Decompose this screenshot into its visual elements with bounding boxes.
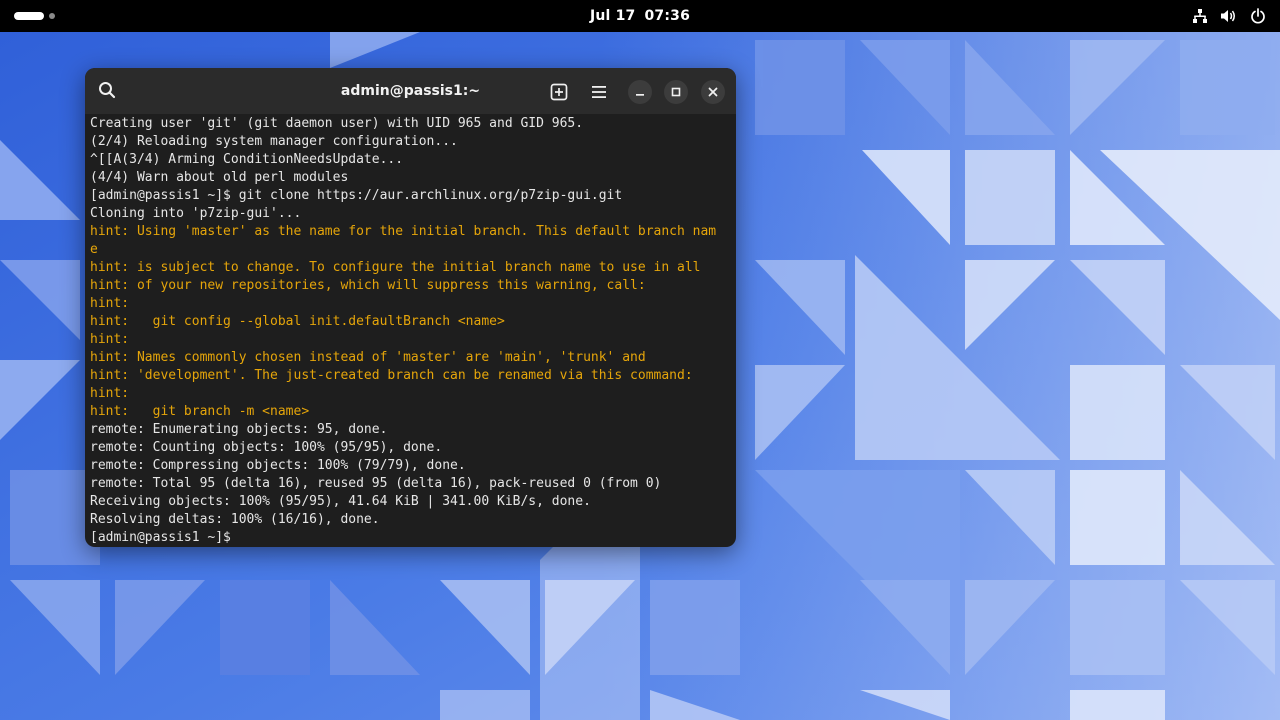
close-icon — [708, 87, 718, 97]
terminal-line: hint: — [90, 386, 130, 401]
terminal-line: ^[[A(3/4) Arming ConditionNeedsUpdate... — [90, 152, 404, 167]
terminal-line: hint: git config --global init.defaultBr… — [90, 314, 505, 329]
terminal-line: hint: Names commonly chosen instead of '… — [90, 350, 646, 365]
time-label: 07:36 — [644, 8, 691, 24]
menu-button[interactable] — [586, 79, 612, 105]
terminal-line: hint: git branch -m <name> — [90, 404, 310, 419]
maximize-icon — [671, 87, 681, 97]
network-icon — [1192, 8, 1208, 24]
terminal-line: Receiving objects: 100% (95/95), 41.64 K… — [90, 494, 591, 509]
terminal-line: remote: Total 95 (delta 16), reused 95 (… — [90, 476, 662, 491]
terminal-line: hint: of your new repositories, which wi… — [90, 278, 646, 293]
new-tab-icon — [550, 83, 568, 101]
clock-area: Jul 17 07:36 — [0, 0, 1280, 32]
terminal-line: e — [90, 242, 98, 257]
date-label: Jul 17 — [589, 8, 636, 24]
terminal-line: hint: 'development'. The just-created br… — [90, 368, 693, 383]
minimize-button[interactable] — [628, 80, 652, 104]
minimize-icon — [636, 94, 644, 96]
maximize-button[interactable] — [664, 80, 688, 104]
terminal-line: remote: Enumerating objects: 95, done. — [90, 422, 388, 437]
system-tray[interactable] — [1192, 0, 1266, 32]
terminal-line: Cloning into 'p7zip-gui'... — [90, 206, 302, 221]
terminal-line: hint: Using 'master' as the name for the… — [90, 224, 717, 239]
terminal-line: Resolving deltas: 100% (16/16), done. — [90, 512, 380, 527]
hamburger-menu-icon — [592, 86, 606, 98]
terminal-headerbar[interactable]: admin@passis1:~ — [85, 68, 736, 114]
prompt-line: [admin@passis1 ~]$ — [90, 530, 239, 545]
close-button[interactable] — [701, 80, 725, 104]
new-tab-button[interactable] — [546, 79, 572, 105]
volume-icon — [1220, 8, 1238, 24]
date-time-button[interactable]: Jul 17 07:36 — [582, 8, 698, 24]
terminal-output[interactable]: Creating user 'git' (git daemon user) wi… — [90, 115, 732, 547]
terminal-line: hint: — [90, 332, 130, 347]
terminal-line: remote: Compressing objects: 100% (79/79… — [90, 458, 466, 473]
terminal-line: (2/4) Reloading system manager configura… — [90, 134, 458, 149]
terminal-line: [admin@passis1 ~]$ git clone https://aur… — [90, 188, 623, 203]
terminal-line: hint: — [90, 296, 130, 311]
top-bar: Jul 17 07:36 — [0, 0, 1280, 32]
terminal-line: (4/4) Warn about old perl modules — [90, 170, 349, 185]
power-icon — [1250, 8, 1266, 24]
terminal-line: Creating user 'git' (git daemon user) wi… — [90, 116, 584, 131]
terminal-line: hint: is subject to change. To configure… — [90, 260, 701, 275]
terminal-line: remote: Counting objects: 100% (95/95), … — [90, 440, 443, 455]
terminal-window: admin@passis1:~ Creating user 'git' (git… — [85, 68, 736, 547]
